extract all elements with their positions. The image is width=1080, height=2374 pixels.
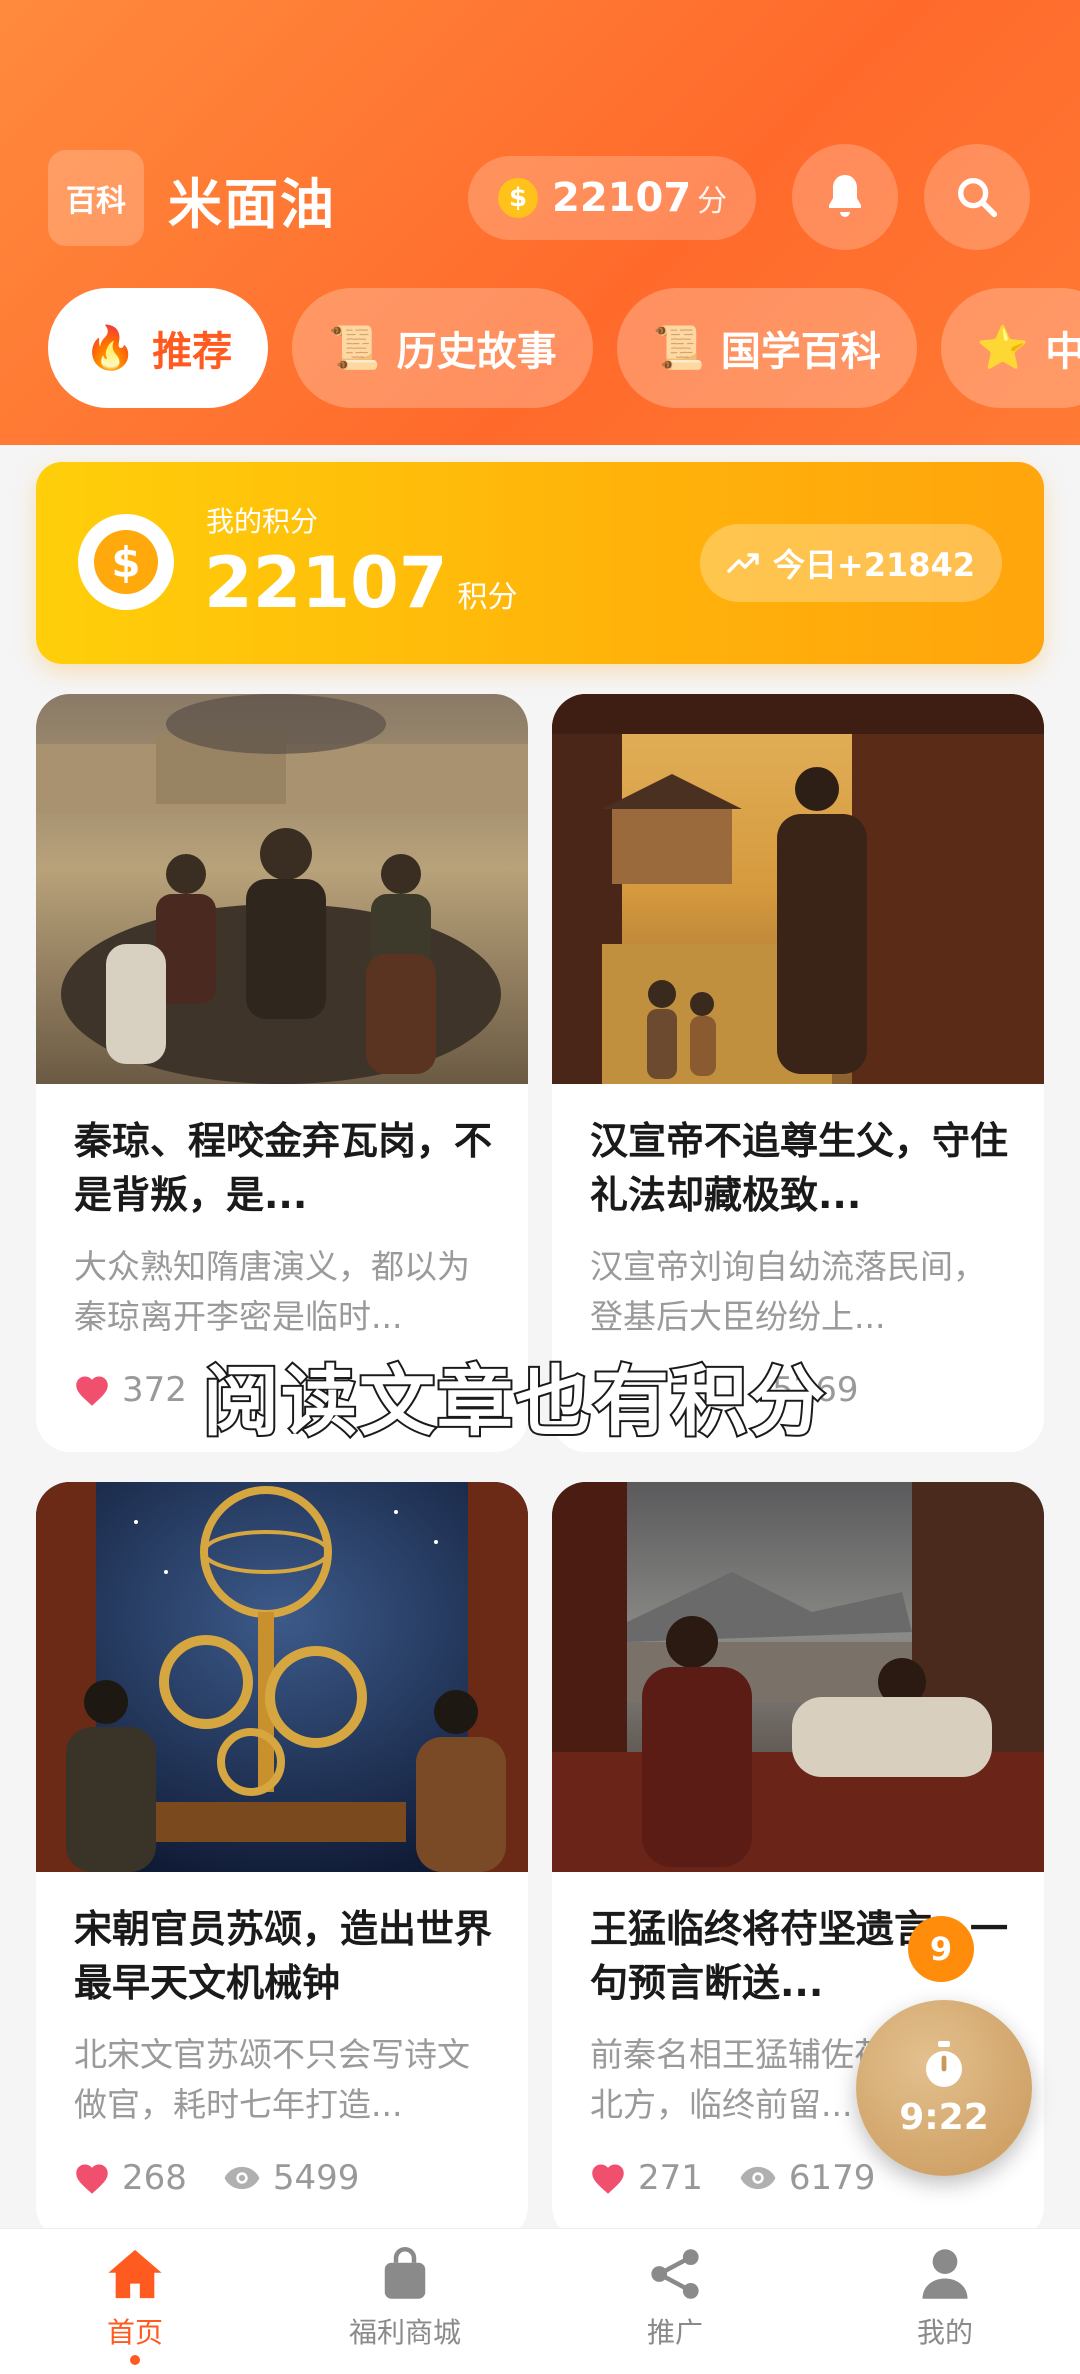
article-title: 汉宣帝不追尊生父，守住礼法却藏极致... — [590, 1119, 1009, 1217]
like-count: 271 — [638, 2158, 703, 2198]
article-desc: 北宋文官苏颂不只会写诗文做官，耗时七年打造... — [74, 2035, 470, 2124]
user-icon — [922, 2249, 968, 2299]
tab-label: 历史故事 — [396, 329, 557, 375]
brand-badge: 百科 — [48, 150, 144, 246]
article-card[interactable]: 汉宣帝不追尊生父，守住礼法却藏极致... 汉宣帝刘询自幼流落民间，登基后大臣纷纷… — [552, 694, 1044, 1452]
tab-recommend[interactable]: 🔥 推荐 — [48, 288, 269, 408]
article-image — [36, 694, 528, 1084]
reading-timer-button[interactable]: 9:22 — [856, 2000, 1032, 2176]
header-points-value: 22107 — [552, 175, 692, 221]
fire-icon: 🔥 — [84, 323, 137, 372]
article-title: 秦琼、程咬金弃瓦岗，不是背叛，是... — [74, 1119, 493, 1217]
bell-icon — [829, 175, 861, 217]
nav-mall[interactable]: 福利商城 — [270, 2229, 540, 2374]
stopwatch-icon — [926, 2040, 962, 2087]
bottom-nav: 首页 福利商城 推广 我的 — [0, 2228, 1080, 2374]
my-points-label: 我的积分 — [206, 505, 319, 538]
scroll-icon: 📜 — [328, 323, 381, 372]
share-icon — [651, 2249, 699, 2299]
star-icon: ⭐ — [976, 323, 1030, 372]
active-indicator — [130, 2355, 140, 2365]
today-points-badge: 今日+21842 — [700, 524, 1002, 602]
article-image — [552, 694, 1044, 1084]
heart-icon — [592, 2164, 624, 2194]
header-points-unit: 分 — [697, 184, 728, 219]
overlay-caption: 阅读文章也有积分 — [201, 1355, 827, 1448]
article-image — [552, 1482, 1044, 1872]
notification-button[interactable] — [792, 144, 898, 250]
timer-text: 9:22 — [899, 2096, 989, 2138]
nav-profile[interactable]: 我的 — [810, 2229, 1080, 2374]
article-card[interactable]: 秦琼、程咬金弃瓦岗，不是背叛，是... 大众熟知隋唐演义，都以为秦琼离开李密是临… — [36, 694, 528, 1452]
eye-icon — [224, 2166, 260, 2190]
view-count: 6179 — [788, 2158, 876, 2198]
tab-guoxue[interactable]: 📜 国学百科 — [616, 288, 917, 408]
nav-home[interactable]: 首页 — [0, 2229, 270, 2374]
header: 百科 米面油 $ 22107 分 🔥 推荐 📜 历史故事 📜 国学百科 ⭐ 中 — [0, 0, 1080, 445]
tab-more[interactable]: ⭐ 中 — [940, 288, 1080, 408]
app-title: 米面油 — [168, 173, 336, 236]
shopping-bag-icon — [384, 2247, 426, 2299]
my-points-card[interactable]: $ 我的积分 22107 积分 今日+21842 — [36, 462, 1044, 664]
article-stats: 271 6179 — [590, 2158, 875, 2198]
search-icon — [958, 178, 998, 218]
tab-label: 国学百科 — [720, 329, 881, 375]
my-points-unit: 积分 — [457, 580, 518, 615]
tab-history-stories[interactable]: 📜 历史故事 — [292, 288, 593, 408]
article-desc: 汉宣帝刘询自幼流落民间，登基后大臣纷纷上... — [590, 1247, 986, 1336]
trending-up-icon — [727, 553, 759, 573]
like-count: 268 — [122, 2158, 187, 2198]
my-points-value: 22107 积分 — [204, 542, 518, 624]
category-tabs: 🔥 推荐 📜 历史故事 📜 国学百科 ⭐ 中 — [48, 288, 1080, 408]
article-desc: 大众熟知隋唐演义，都以为秦琼离开李密是临时... — [74, 1247, 470, 1336]
timer-count-badge: 9 — [908, 1916, 974, 1982]
article-title: 宋朝官员苏颂，造出世界最早天文机械钟 — [74, 1907, 493, 2005]
search-button[interactable] — [924, 144, 1030, 250]
coin-icon: $ — [498, 178, 538, 218]
home-icon — [108, 2249, 162, 2299]
coin-icon: $ — [78, 514, 174, 610]
view-count: 5499 — [272, 2158, 360, 2198]
article-image — [36, 1482, 528, 1872]
heart-icon — [76, 2164, 108, 2194]
article-card[interactable]: 宋朝官员苏颂，造出世界最早天文机械钟 北宋文官苏颂不只会写诗文做官，耗时七年打造… — [36, 1482, 528, 2240]
tab-label: 推荐 — [152, 329, 233, 375]
eye-icon — [740, 2166, 776, 2190]
article-stats: 268 5499 — [74, 2158, 359, 2198]
nav-promote[interactable]: 推广 — [540, 2229, 810, 2374]
scroll-icon: 📜 — [652, 323, 705, 372]
tab-label: 中 — [1045, 329, 1080, 375]
header-points[interactable]: $ 22107 分 — [468, 156, 756, 240]
